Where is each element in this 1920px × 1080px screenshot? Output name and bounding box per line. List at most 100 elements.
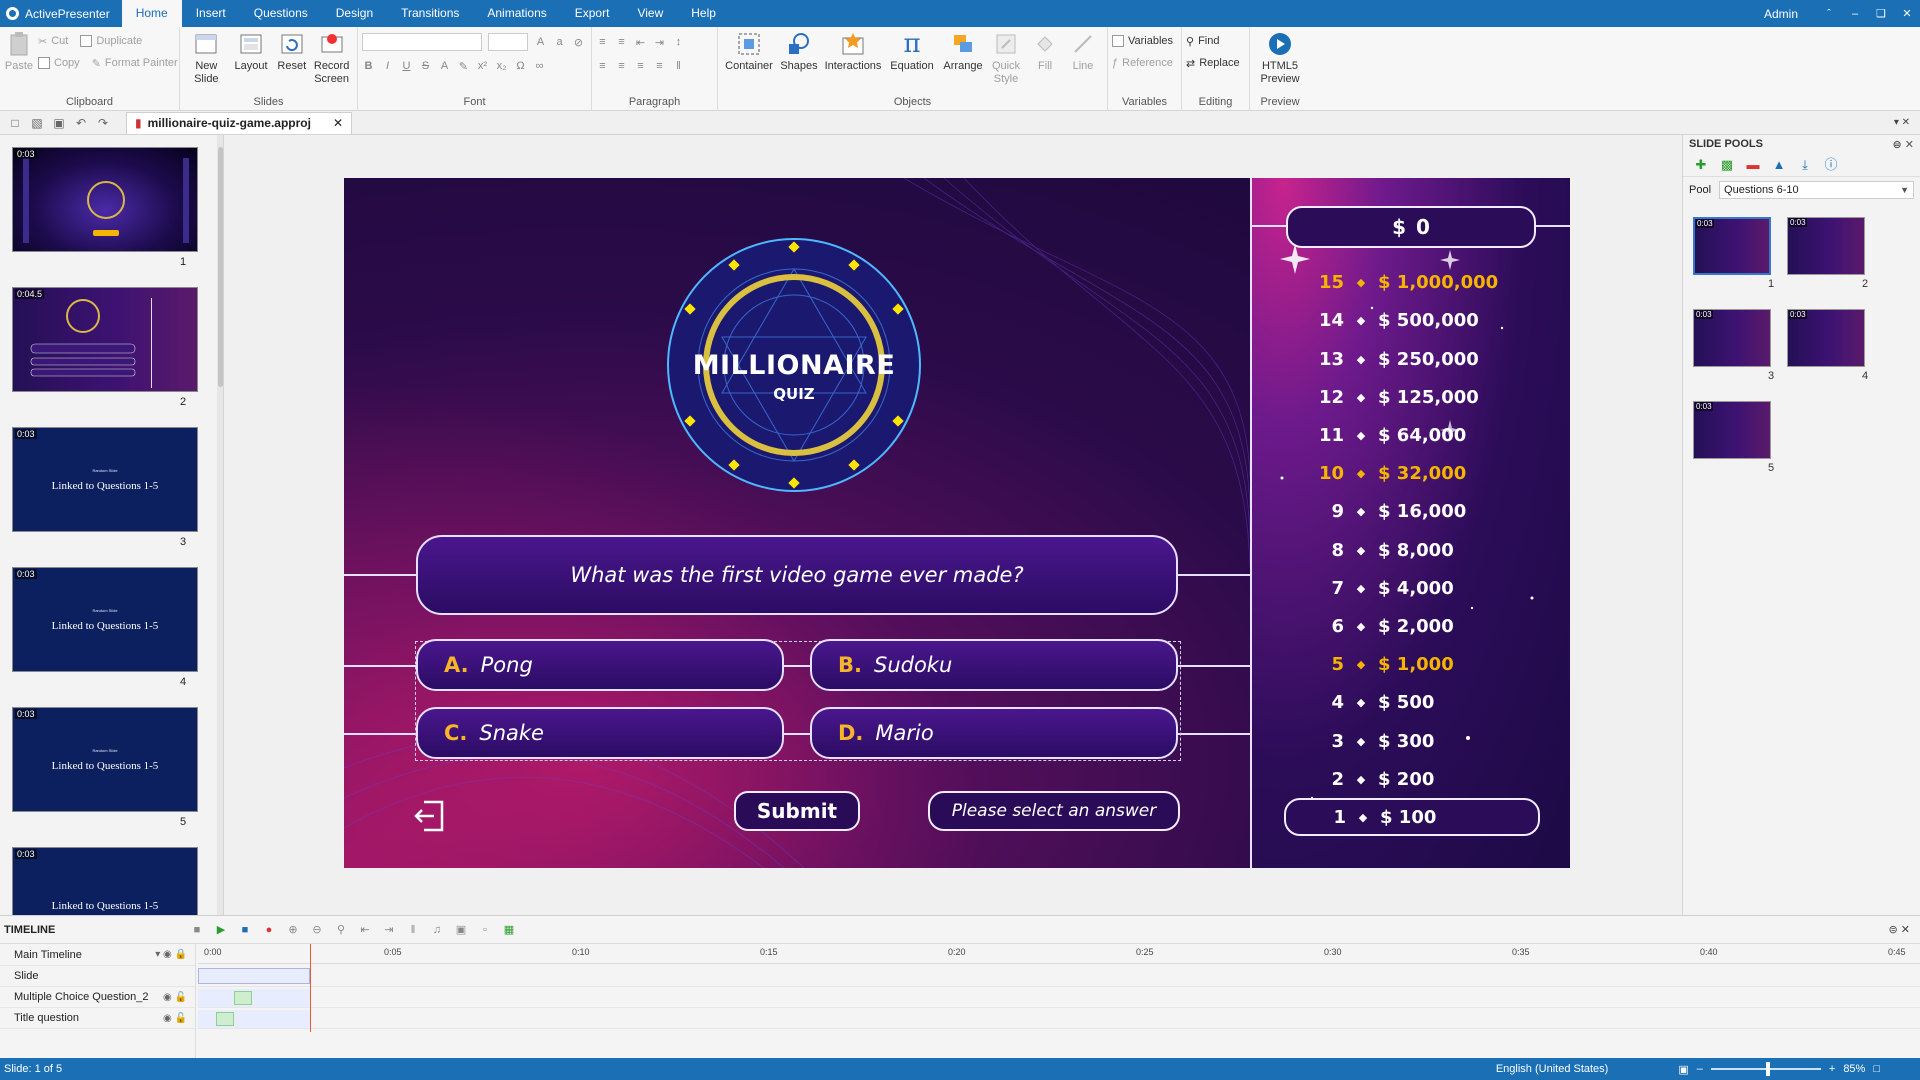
pool-slide-thumbnail[interactable]: 0:03	[1693, 401, 1771, 459]
columns-icon[interactable]: ‖	[672, 60, 685, 72]
cut-button[interactable]: ✂ Cut	[38, 30, 68, 52]
visibility-lock-icons[interactable]: ◉ 🔓	[163, 992, 195, 1003]
slide-pools-close-icon[interactable]: ⊜ ✕	[1893, 138, 1915, 151]
interactions-button[interactable]: Interactions	[822, 30, 884, 73]
visibility-lock-icons[interactable]: ▾ ◉ 🔒	[155, 949, 195, 960]
volume-icon[interactable]: ♫	[430, 923, 444, 937]
align-left-icon[interactable]: ≡	[596, 60, 609, 72]
minimize-icon[interactable]: –	[1842, 8, 1868, 20]
font-size-select[interactable]	[488, 33, 528, 51]
main-timeline-select[interactable]: Main Timeline ▾ ◉ 🔒	[0, 944, 195, 966]
pool-select[interactable]: Questions 6-10 ▼	[1719, 181, 1914, 199]
answer-option-a[interactable]: A. Pong	[416, 639, 784, 691]
stop-icon[interactable]: ■	[238, 923, 252, 937]
duplicate-button[interactable]: Duplicate	[80, 30, 142, 52]
line-spacing-icon[interactable]: ↕	[672, 36, 685, 48]
timeline-panel-controls[interactable]: ⊜ ✕	[1889, 923, 1920, 936]
fill-button[interactable]: Fill	[1026, 30, 1064, 73]
layout-button[interactable]: Layout	[229, 30, 274, 73]
shapes-button[interactable]: Shapes	[776, 30, 822, 73]
line-button[interactable]: Line	[1064, 30, 1102, 73]
tab-help[interactable]: Help	[677, 0, 730, 27]
timeline-track-label[interactable]: Slide	[0, 966, 195, 987]
document-window-controls[interactable]: ▾ ✕	[1894, 117, 1920, 128]
html5-preview-button[interactable]: HTML5 Preview	[1254, 30, 1306, 86]
add-slide-to-pool-icon[interactable]: ▩	[1719, 157, 1735, 173]
answer-option-d[interactable]: D. Mario	[810, 707, 1178, 759]
zoom-fit-icon[interactable]: ⚲	[334, 923, 348, 937]
bold-icon[interactable]: B	[362, 60, 375, 72]
find-button[interactable]: ⚲ Find	[1186, 30, 1245, 52]
insert-random-slide-icon[interactable]: ▲	[1771, 157, 1787, 173]
pool-slide-thumbnail[interactable]: 0:03	[1693, 309, 1771, 367]
zoom-in-icon[interactable]: +	[1829, 1063, 1835, 1075]
decrease-indent-icon[interactable]: ⇤	[634, 36, 647, 49]
pool-slide-thumbnail[interactable]: 0:03	[1787, 309, 1865, 367]
increase-font-icon[interactable]: A	[534, 36, 547, 48]
info-icon[interactable]: ⓘ	[1823, 157, 1839, 173]
italic-icon[interactable]: I	[381, 60, 394, 72]
slide-thumbnail[interactable]: 0:04.5	[12, 287, 198, 392]
superscript-icon[interactable]: x²	[476, 60, 489, 72]
restore-icon[interactable]: ❏	[1868, 7, 1894, 20]
numbering-icon[interactable]: ≡	[615, 36, 628, 48]
font-family-select[interactable]	[362, 33, 482, 51]
align-center-icon[interactable]: ≡	[615, 60, 628, 72]
slide-thumbnail[interactable]: 0:03 Linked to Questions 1-5	[12, 847, 198, 915]
slide-canvas[interactable]: MILLIONAIRE QUIZ What was the first vide…	[344, 178, 1570, 868]
zoom-in-icon[interactable]: ⊕	[286, 923, 300, 937]
timeline-playhead[interactable]	[310, 944, 311, 1032]
import-icon[interactable]: ⤓	[1797, 157, 1813, 173]
decrease-font-icon[interactable]: a	[553, 36, 566, 48]
play-icon[interactable]: ▶	[214, 923, 228, 937]
zoom-level[interactable]: 85%	[1843, 1063, 1865, 1075]
submit-button[interactable]: Submit	[734, 791, 860, 831]
document-tab[interactable]: ▮ millionaire-quiz-game.approj ✕	[126, 111, 353, 134]
replace-button[interactable]: ⇄ Replace	[1186, 52, 1245, 74]
slide-thumbnail[interactable]: 0:03 Random Slide Linked to Questions 1-…	[12, 567, 198, 672]
close-document-icon[interactable]: ✕	[333, 116, 343, 130]
language-indicator[interactable]: English (United States)	[1496, 1063, 1609, 1075]
copy-button[interactable]: Copy	[38, 52, 80, 74]
timeline-ruler[interactable]: 0:00 0:05 0:10 0:15 0:20 0:25 0:30 0:35 …	[198, 944, 1920, 964]
scrollbar-thumb[interactable]	[218, 147, 223, 387]
answer-option-c[interactable]: C. Snake	[416, 707, 784, 759]
add-pool-icon[interactable]: ✚	[1693, 157, 1709, 173]
bullets-icon[interactable]: ≡	[596, 36, 609, 48]
answer-option-b[interactable]: B. Sudoku	[810, 639, 1178, 691]
equation-button[interactable]: π Equation	[884, 30, 940, 73]
tab-questions[interactable]: Questions	[240, 0, 322, 27]
reference-button[interactable]: ƒ Reference	[1112, 52, 1177, 74]
tab-home[interactable]: Home	[121, 0, 182, 27]
timeline-menu-icon[interactable]: ■	[190, 923, 204, 937]
underline-icon[interactable]: U	[400, 60, 413, 72]
timeline-track-label[interactable]: Title question ◉ 🔓	[0, 1008, 195, 1029]
link-icon[interactable]: ∞	[533, 60, 546, 72]
slide-thumbnail[interactable]: 0:03	[12, 147, 198, 252]
caption-icon[interactable]: ▦	[502, 923, 516, 937]
new-slide-button[interactable]: New Slide	[184, 30, 229, 86]
zoom-out-icon[interactable]: ⊖	[310, 923, 324, 937]
audio-chart-icon[interactable]: ▫	[478, 923, 492, 937]
subscript-icon[interactable]: x₂	[495, 60, 508, 72]
exit-icon[interactable]	[412, 798, 448, 834]
zoom-out-icon[interactable]: –	[1697, 1063, 1703, 1075]
justify-icon[interactable]: ≡	[653, 60, 666, 72]
align-right-icon[interactable]: ≡	[634, 60, 647, 72]
timeline-track-label[interactable]: Multiple Choice Question_2 ◉ 🔓	[0, 987, 195, 1008]
collapse-ribbon-icon[interactable]: ˆ	[1816, 8, 1842, 20]
split-icon[interactable]: ‖	[406, 923, 420, 937]
align-start-icon[interactable]: ⇤	[358, 923, 372, 937]
title-object-bar[interactable]	[216, 1012, 234, 1026]
quick-style-button[interactable]: Quick Style	[986, 30, 1026, 86]
tab-transitions[interactable]: Transitions	[387, 0, 473, 27]
fit-to-window-icon[interactable]: □	[1873, 1063, 1880, 1075]
tab-view[interactable]: View	[623, 0, 677, 27]
strikethrough-icon[interactable]: S	[419, 60, 432, 72]
tab-animations[interactable]: Animations	[473, 0, 560, 27]
reset-button[interactable]: Reset	[273, 30, 310, 73]
view-mode-icon[interactable]: ▣	[1678, 1063, 1688, 1076]
arrange-button[interactable]: Arrange	[940, 30, 986, 73]
highlight-icon[interactable]: ✎	[457, 60, 470, 73]
symbol-icon[interactable]: Ω	[514, 60, 527, 72]
